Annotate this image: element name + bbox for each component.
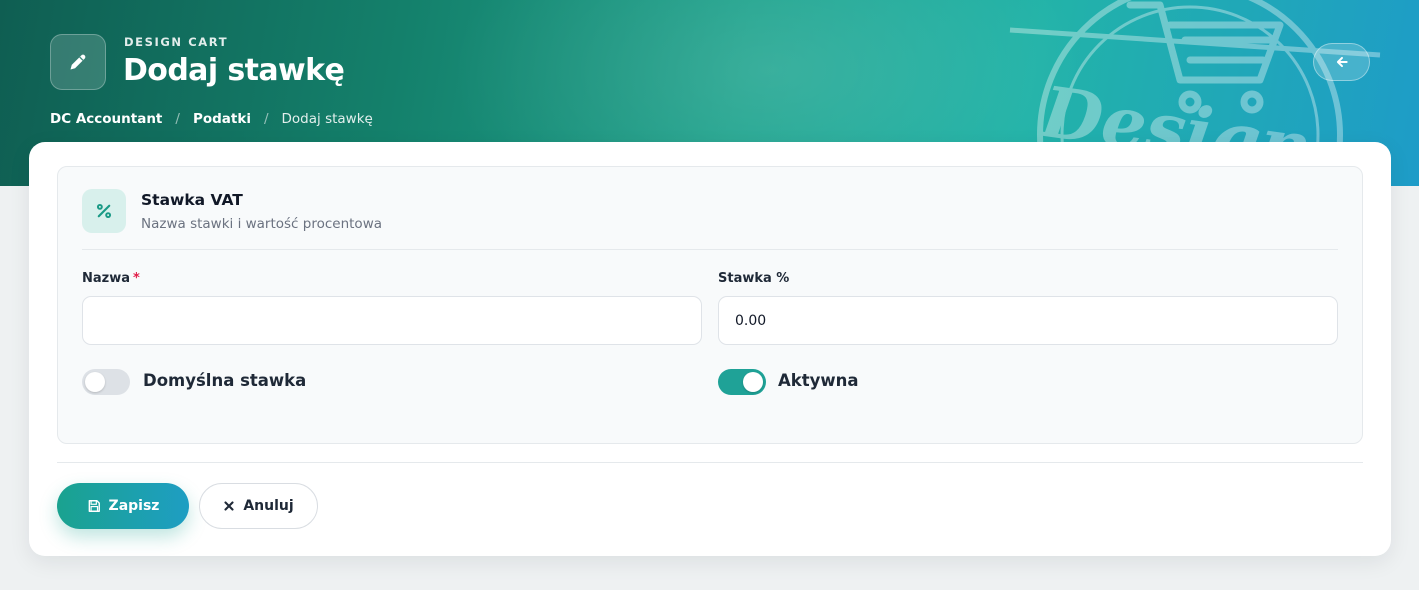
cancel-button[interactable]: Anuluj xyxy=(199,483,318,529)
default-rate-toggle[interactable] xyxy=(82,369,130,395)
app-name: DESIGN CART xyxy=(124,35,229,49)
breadcrumb-podatki[interactable]: Podatki xyxy=(193,111,251,127)
name-field-label: Nazwa * xyxy=(82,271,140,286)
x-icon xyxy=(224,501,234,511)
breadcrumb-separator: / xyxy=(263,111,269,127)
page-title: Dodaj stawkę xyxy=(123,53,345,88)
save-button[interactable]: Zapisz xyxy=(57,483,189,529)
actions-divider xyxy=(57,462,1363,463)
section-icon xyxy=(82,189,126,233)
arrow-left-icon xyxy=(1336,56,1348,68)
active-toggle[interactable] xyxy=(718,369,766,395)
pencil-icon xyxy=(70,54,86,70)
form-card: Stawka VAT Nazwa stawki i wartość procen… xyxy=(29,142,1391,556)
page-icon xyxy=(50,34,106,90)
rate-field-label: Stawka % xyxy=(718,271,790,286)
section-title: Stawka VAT xyxy=(141,191,243,209)
section-divider xyxy=(82,249,1338,250)
back-button[interactable] xyxy=(1313,43,1370,81)
breadcrumb: DC Accountant / Podatki / Dodaj stawkę xyxy=(50,111,373,127)
floppy-disk-icon xyxy=(88,500,100,512)
toggle-knob xyxy=(85,372,105,392)
rate-input[interactable] xyxy=(718,296,1338,345)
required-mark: * xyxy=(133,271,140,286)
breadcrumb-dc-accountant[interactable]: DC Accountant xyxy=(50,111,162,127)
cancel-label: Anuluj xyxy=(243,498,294,514)
section-subtitle: Nazwa stawki i wartość procentowa xyxy=(141,216,383,232)
default-rate-label: Domyślna stawka xyxy=(143,371,307,390)
toggle-knob xyxy=(743,372,763,392)
active-label: Aktywna xyxy=(778,371,859,390)
percent-icon xyxy=(96,203,112,219)
save-label: Zapisz xyxy=(108,498,160,514)
breadcrumb-current: Dodaj stawkę xyxy=(281,111,373,127)
name-label-text: Nazwa xyxy=(82,271,131,286)
vat-rate-section: Stawka VAT Nazwa stawki i wartość procen… xyxy=(57,166,1363,444)
breadcrumb-separator: / xyxy=(175,111,180,127)
name-input[interactable] xyxy=(82,296,702,345)
